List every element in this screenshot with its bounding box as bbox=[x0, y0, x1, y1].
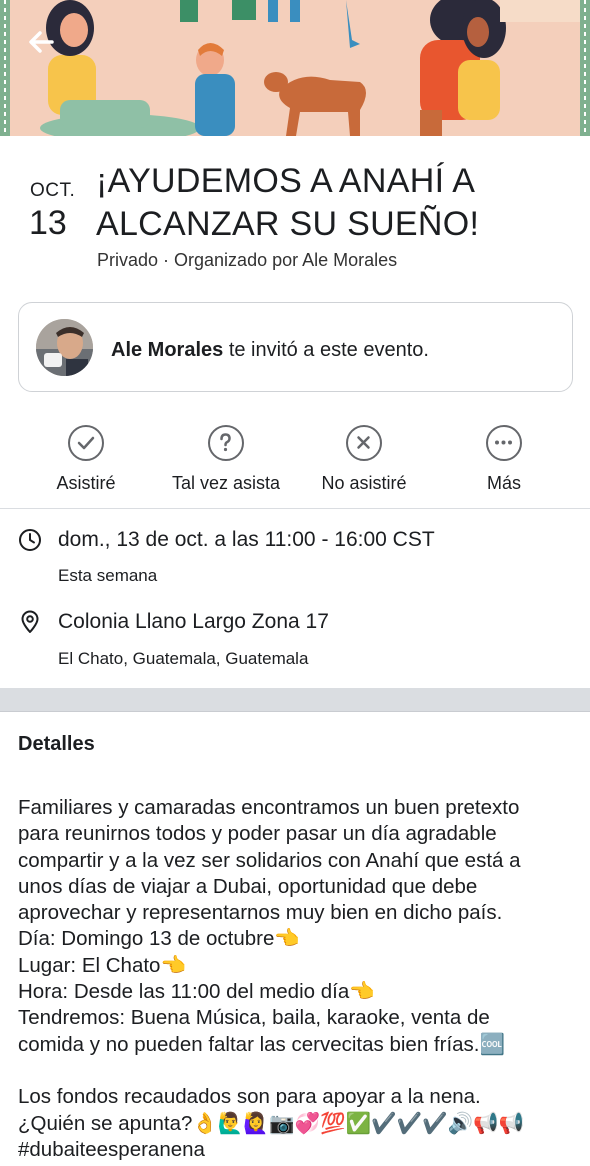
event-location-address: El Chato, Guatemala, Guatemala bbox=[58, 649, 309, 668]
details-line: unos días de viajar a Dubai, oportunidad… bbox=[18, 874, 478, 898]
going-button[interactable]: Asistiré bbox=[16, 425, 156, 505]
event-title-line: ALCANZAR SU SUEÑO! bbox=[96, 205, 480, 243]
event-time-relative: Esta semana bbox=[58, 566, 158, 585]
details-heading: Detalles bbox=[18, 733, 95, 755]
event-privacy-organizer: Privado · Organizado por Ale Morales bbox=[97, 250, 398, 270]
invite-card[interactable]: Ale Morales te invitó a este evento. bbox=[18, 302, 573, 392]
not-going-button[interactable]: No asistiré bbox=[294, 425, 434, 505]
inviter-name[interactable]: Ale Morales bbox=[111, 339, 223, 361]
more-button[interactable]: Más bbox=[434, 425, 574, 505]
event-header: OCT. 13 ¡AYUDEMOS A ANAHÍ A ALCANZAR SU … bbox=[0, 136, 590, 296]
more-label: Más bbox=[486, 473, 521, 493]
details-line: compartir y a la vez ser solidarios con … bbox=[18, 848, 521, 872]
event-location-name: Colonia Llano Largo Zona 17 bbox=[58, 610, 329, 633]
details-line: ¿Quién se apunta?👌🙋‍♂️🙋‍♀️📷💞💯✅✔️✔️✔️🔊📢📢 bbox=[18, 1111, 525, 1135]
avatar-photo bbox=[36, 319, 93, 376]
event-date-day: 13 bbox=[29, 204, 67, 242]
details-line: Hora: Desde las 11:00 del medio día👈 bbox=[18, 980, 375, 1004]
avatar[interactable] bbox=[36, 319, 93, 376]
going-label: Asistiré bbox=[56, 473, 116, 493]
x-circle-icon bbox=[346, 425, 382, 461]
details-line: Tendremos: Buena Música, baila, karaoke,… bbox=[18, 1006, 490, 1030]
cover-illustration bbox=[0, 0, 590, 136]
details-line: para reunirnos todos y poder pasar un dí… bbox=[18, 822, 497, 846]
details-line: aprovechar y representarnos muy bien en … bbox=[18, 901, 503, 925]
event-date-month: OCT. bbox=[30, 180, 76, 201]
question-circle-icon bbox=[208, 425, 244, 461]
invite-text: te invitó a este evento. bbox=[223, 339, 429, 361]
details-line: Lugar: El Chato👈 bbox=[18, 953, 186, 977]
location-pin-icon bbox=[21, 610, 39, 633]
divider bbox=[0, 508, 590, 509]
clock-icon bbox=[19, 529, 41, 551]
maybe-button[interactable]: Tal vez asista bbox=[156, 425, 296, 505]
event-title-line: ¡AYUDEMOS A ANAHÍ A bbox=[96, 162, 476, 200]
check-circle-icon bbox=[68, 425, 104, 461]
details-line: comida y no pueden faltar las cervecitas… bbox=[18, 1032, 506, 1056]
event-title: ¡AYUDEMOS A ANAHÍ A ALCANZAR SU SUEÑO! bbox=[96, 160, 576, 246]
maybe-label: Tal vez asista bbox=[171, 473, 281, 493]
details-blank-line bbox=[18, 1058, 578, 1084]
event-time: dom., 13 de oct. a las 11:00 - 16:00 CST bbox=[58, 528, 435, 551]
details-line: Día: Domingo 13 de octubre👈 bbox=[18, 927, 300, 951]
details-line: Los fondos recaudados son para apoyar a … bbox=[18, 1085, 481, 1109]
invite-message: Ale Morales te invitó a este evento. bbox=[111, 339, 429, 362]
more-icon bbox=[486, 425, 522, 461]
event-cover-image bbox=[0, 0, 590, 136]
details-description: Familiares y camaradas encontramos un bu… bbox=[18, 795, 578, 1163]
back-arrow-icon[interactable] bbox=[22, 22, 62, 62]
details-hashtag[interactable]: #dubaiteesperanena bbox=[18, 1137, 578, 1163]
rsvp-actions: Asistiré Tal vez asista No asistiré Más bbox=[0, 425, 590, 505]
not-going-label: No asistiré bbox=[321, 473, 407, 493]
details-line: Familiares y camaradas encontramos un bu… bbox=[18, 796, 520, 819]
section-separator bbox=[0, 688, 590, 712]
